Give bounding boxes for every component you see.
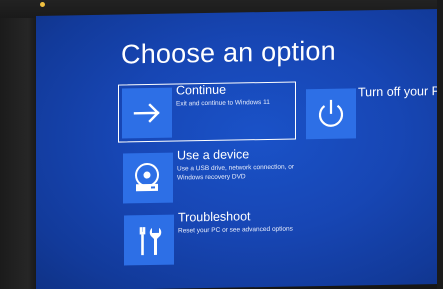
power-icon[interactable] <box>306 88 356 140</box>
page-title: Choose an option <box>121 35 336 70</box>
disc-drive-icon[interactable] <box>123 152 173 204</box>
continue-option[interactable]: Continue Exit and continue to Windows 11 <box>118 81 296 143</box>
turn-off-option[interactable]: Turn off your PC <box>306 84 440 140</box>
use-device-title[interactable]: Use a device <box>177 147 249 162</box>
use-device-option[interactable]: Use a device Use a USB drive, network co… <box>123 147 294 204</box>
continue-title[interactable]: Continue <box>176 83 226 98</box>
use-device-description: Use a USB drive, network connection, or … <box>177 163 295 182</box>
indicator-light <box>40 2 45 7</box>
troubleshoot-description: Reset your PC or see advanced options <box>178 225 293 235</box>
turn-off-title[interactable]: Turn off your PC <box>358 84 440 100</box>
recovery-screen: Choose an option Continue Exit and conti… <box>36 8 440 289</box>
arrow-right-icon[interactable] <box>122 87 172 139</box>
monitor-bezel-right <box>437 0 443 289</box>
photo-frame: Choose an option Continue Exit and conti… <box>0 0 443 289</box>
troubleshoot-title[interactable]: Troubleshoot <box>178 209 251 224</box>
tools-icon[interactable] <box>124 214 174 266</box>
troubleshoot-option[interactable]: Troubleshoot Reset your PC or see advanc… <box>124 209 294 266</box>
